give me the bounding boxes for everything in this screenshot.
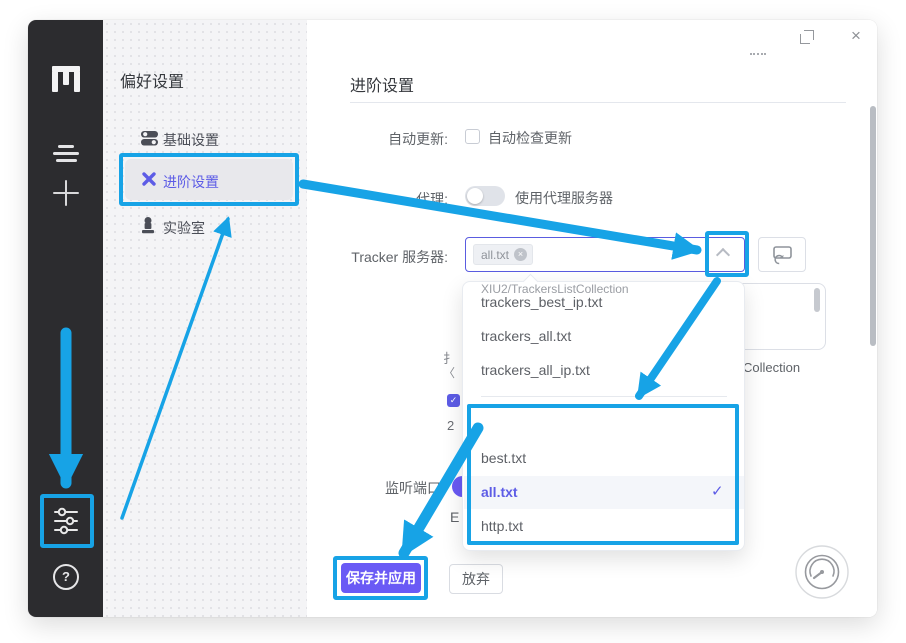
title-divider <box>350 102 846 103</box>
tracker-dropdown: trackers_best_ip.txt trackers_all.txt tr… <box>462 281 745 551</box>
tag-remove-icon[interactable]: × <box>514 248 527 261</box>
sidebar-item-lab[interactable]: 实验室 <box>125 212 293 252</box>
minimize-button[interactable] <box>750 53 766 55</box>
maximize-button[interactable] <box>800 30 814 44</box>
occluded-text: 2 <box>447 418 454 433</box>
sidebar-item-label: 基础设置 <box>163 130 219 150</box>
auto-update-checkbox[interactable] <box>465 129 480 144</box>
tag-label: all.txt <box>481 248 509 262</box>
selected-tag: all.txt × <box>473 244 533 265</box>
main-scrollbar-thumb[interactable] <box>870 106 876 346</box>
toggle-knob <box>467 188 483 204</box>
tracker-select[interactable]: all.txt × <box>465 237 745 272</box>
tracker-label: Tracker 服务器: <box>278 247 448 267</box>
save-and-apply-button[interactable]: 保存并应用 <box>341 563 421 593</box>
dropdown-item-selected[interactable]: all.txt <box>481 484 518 500</box>
sidebar-item-basic-settings[interactable]: 基础设置 <box>125 124 293 164</box>
sync-trackers-button[interactable] <box>758 237 806 272</box>
stamp-icon <box>140 216 156 235</box>
dropdown-item[interactable]: trackers_all_ip.txt <box>481 362 590 378</box>
occluded-text: E <box>450 509 459 525</box>
proxy-label: 代理: <box>278 189 448 209</box>
dropdown-group-label: XIU2/TrackersListCollection <box>481 282 629 296</box>
page-title: 进阶设置 <box>350 72 414 96</box>
proxy-toggle[interactable] <box>465 186 505 206</box>
discard-button[interactable]: 放弃 <box>449 564 503 594</box>
speed-limit-button[interactable] <box>795 545 849 599</box>
app-sidebar: ? <box>28 20 103 617</box>
sidebar-item-label: 实验室 <box>163 218 205 238</box>
app-window: ? 偏好设置 基础设置 进阶设置 <box>28 20 877 617</box>
sidebar-item-label: 进阶设置 <box>163 172 219 192</box>
preferences-title: 偏好设置 <box>120 68 184 92</box>
help-icon[interactable]: ? <box>53 564 79 590</box>
auto-update-checkbox-label[interactable]: 自动检查更新 <box>488 128 572 148</box>
preferences-panel: 偏好设置 基础设置 进阶设置 <box>103 20 307 617</box>
tools-icon <box>140 170 158 188</box>
chevron-up-icon[interactable] <box>716 248 730 262</box>
occluded-tip-char: 〈 <box>443 364 455 381</box>
dropdown-item[interactable]: trackers_all.txt <box>481 328 571 344</box>
occluded-checkbox[interactable]: ✓ <box>447 394 460 407</box>
task-list-icon[interactable] <box>53 145 79 166</box>
toggles-icon <box>140 128 159 147</box>
speedometer-icon <box>795 545 849 599</box>
motrix-logo-icon <box>52 66 80 92</box>
dropdown-divider <box>481 396 727 397</box>
collection-link-tail[interactable]: Collection <box>743 360 800 375</box>
listen-port-label: 监听端口 <box>385 478 441 498</box>
dropdown-item[interactable]: best.txt <box>481 450 526 466</box>
sidebar-item-advanced-settings[interactable]: 进阶设置 <box>125 166 293 206</box>
dropdown-item[interactable]: http.txt <box>481 518 523 534</box>
add-task-icon[interactable] <box>53 180 79 206</box>
check-icon: ✓ <box>711 482 724 500</box>
close-button[interactable]: × <box>846 26 866 46</box>
dropdown-item[interactable]: trackers_best_ip.txt <box>481 294 602 310</box>
auto-update-label: 自动更新: <box>278 129 448 149</box>
sync-icon <box>771 246 793 265</box>
preferences-sliders-icon[interactable] <box>52 506 80 536</box>
proxy-toggle-label: 使用代理服务器 <box>515 188 613 208</box>
textarea-scrollbar-thumb[interactable] <box>814 288 820 312</box>
